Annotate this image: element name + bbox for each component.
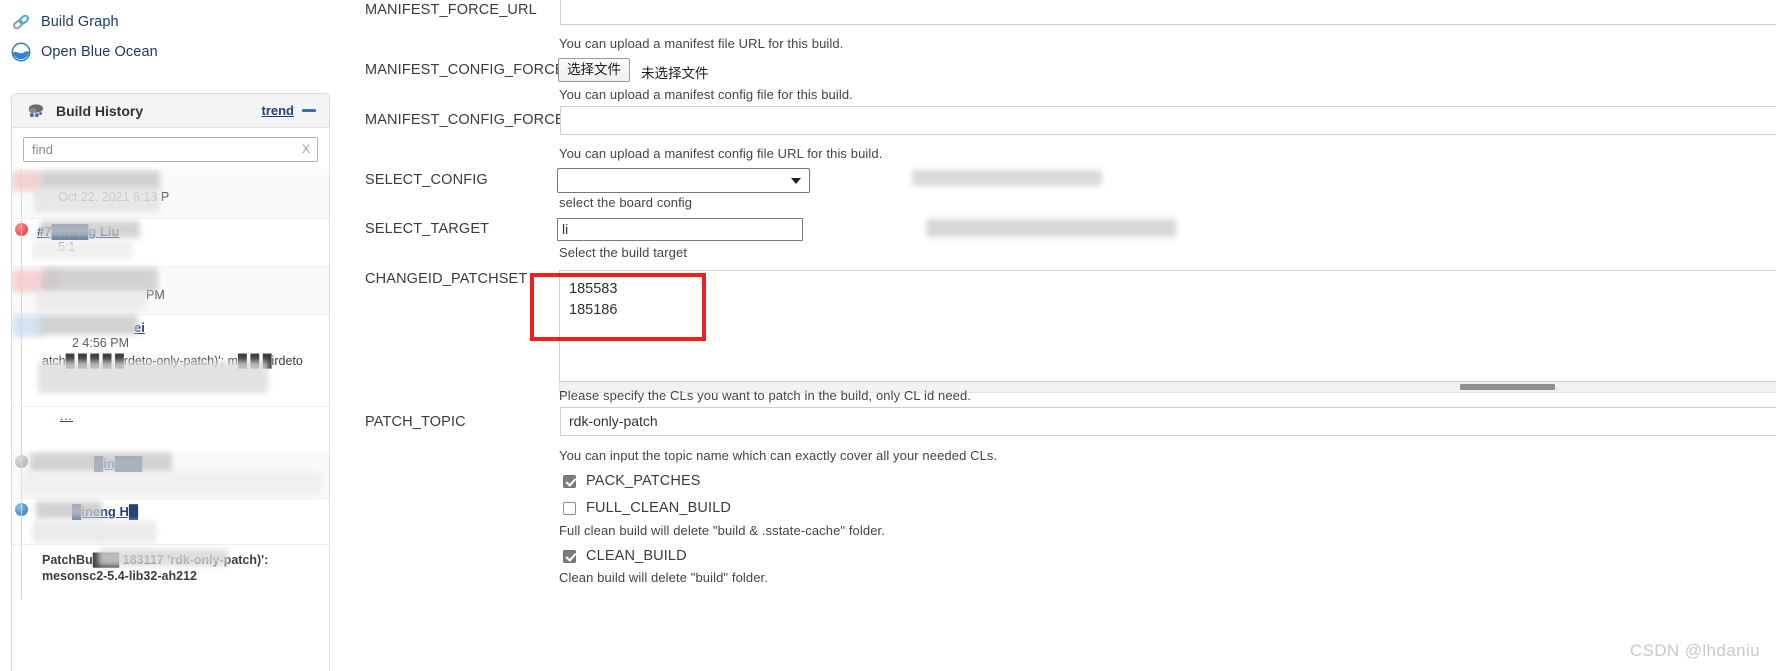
full-clean-build-label: FULL_CLEAN_BUILD: [586, 500, 732, 516]
redaction-blob: [36, 291, 146, 311]
full-clean-build-checkbox[interactable]: [563, 501, 576, 515]
build-history-row[interactable]: █in███: [12, 451, 329, 499]
build-history-row[interactable]: █ineng H█: [12, 499, 329, 545]
param-label-patch-topic: PATCH_TOPIC: [365, 414, 466, 430]
build-history-row[interactable]: Oct 22, 2021 6:13 P: [12, 169, 329, 219]
redaction-blob: [32, 521, 156, 543]
build-history-list: Oct 22, 2021 6:13 P #7████g Liu 5:1: [12, 169, 329, 599]
patchset-line: 185186: [569, 302, 618, 318]
patch-topic-input[interactable]: rdk-only-patch: [560, 407, 1776, 436]
param-label-changeid-patchset: CHANGEID_PATCHSET: [365, 271, 528, 287]
build-parameters-form: MANIFEST_FORCE_URL You can upload a mani…: [356, 0, 1776, 671]
param-desc-select-target: Select the build target: [559, 245, 688, 260]
build-history-header: Build History trend: [12, 94, 329, 128]
chevron-down-icon: [791, 178, 801, 184]
build-history-trend-link[interactable]: trend: [262, 103, 295, 118]
build-history-row-description[interactable]: PatchBu███ 183117 'rdk-only-patch)': mes…: [12, 545, 329, 599]
timeline-stem: [21, 407, 22, 451]
checkbox-row-clean-build[interactable]: CLEAN_BUILD: [563, 548, 687, 564]
param-desc-patch-topic: You can input the topic name which can e…: [559, 448, 998, 463]
select-target-input[interactable]: li: [557, 218, 803, 241]
changeid-patchset-textarea[interactable]: 185583 185186: [559, 270, 1776, 382]
chain-link-icon: [13, 14, 29, 30]
timeline-stem: [21, 219, 22, 266]
param-desc-manifest-config-force-url: You can upload a manifest config file UR…: [559, 146, 883, 161]
redaction-blob: [98, 549, 228, 566]
find-placeholder: find: [32, 142, 53, 157]
manifest-force-url-input[interactable]: [560, 0, 1776, 25]
redaction-blob: [912, 170, 1102, 186]
param-desc-manifest-config-force: You can upload a manifest config file fo…: [559, 87, 853, 102]
param-desc-changeid-patchset: Please specify the CLs you want to patch…: [559, 388, 972, 403]
blue-ocean-icon: [11, 42, 31, 62]
choose-file-button[interactable]: 选择文件: [558, 58, 630, 82]
sidebar-item-label: Open Blue Ocean: [41, 44, 158, 60]
redaction-blob: [34, 187, 160, 213]
redaction-blob: [38, 361, 268, 393]
page-root: Build Graph Open Blue Ocean Build Histor…: [0, 0, 1776, 671]
param-label-select-config: SELECT_CONFIG: [365, 172, 488, 188]
timeline-stem: [21, 545, 22, 599]
pack-patches-checkbox[interactable]: [563, 474, 576, 488]
build-date: 2 4:56 PM: [72, 336, 129, 350]
build-history-find-wrap: find X: [12, 128, 329, 169]
build-history-find-input[interactable]: find X: [23, 137, 318, 162]
param-label-select-target: SELECT_TARGET: [365, 221, 490, 237]
clean-build-checkbox[interactable]: [563, 549, 576, 563]
clear-find-icon[interactable]: X: [302, 142, 310, 156]
redaction-blob: [40, 221, 140, 238]
param-label-manifest-force-url: MANIFEST_FORCE_URL: [365, 2, 537, 18]
redaction-blob: [22, 471, 322, 495]
file-status-text: 未选择文件: [641, 66, 709, 81]
checkbox-row-full-clean-build[interactable]: FULL_CLEAN_BUILD: [563, 500, 731, 516]
checkbox-row-pack-patches[interactable]: PACK_PATCHES: [563, 473, 701, 489]
build-history-icon: [28, 103, 44, 117]
patchset-line: 185583: [569, 281, 618, 297]
redaction-blob: [40, 315, 138, 335]
build-history-row[interactable]: PM: [12, 267, 329, 315]
param-desc-manifest-force-url: You can upload a manifest file URL for t…: [559, 36, 844, 51]
sidebar-item-label: Build Graph: [41, 14, 119, 30]
scrollbar-thumb[interactable]: [1460, 384, 1555, 390]
sidebar: Build Graph Open Blue Ocean Build Histor…: [0, 0, 340, 671]
timeline-stem: [21, 499, 22, 544]
redaction-blob: [30, 453, 172, 472]
build-history-row[interactable]: #7████g Liu 5:1: [12, 219, 329, 267]
clean-build-label: CLEAN_BUILD: [586, 548, 687, 564]
build-history-row[interactable]: ei 2 4:56 PM atch█ █ █ █ █rdeto-only-pat…: [12, 315, 329, 407]
sidebar-item-build-graph[interactable]: Build Graph: [0, 8, 119, 36]
redaction-blob: [36, 501, 102, 519]
redaction-blob: [926, 219, 1176, 237]
redaction-blob: [32, 241, 132, 259]
more-builds-link[interactable]: ...: [34, 410, 329, 422]
param-desc-clean-build: Clean build will delete "build" folder.: [559, 570, 768, 585]
csdn-watermark: CSDN @lhdaniu: [1629, 641, 1760, 660]
build-history-title: Build History: [56, 102, 144, 119]
sidebar-item-open-blue-ocean[interactable]: Open Blue Ocean: [0, 38, 158, 66]
manifest-config-force-url-input[interactable]: [560, 106, 1776, 135]
redaction-blob: [42, 268, 158, 292]
select-config-dropdown[interactable]: [557, 168, 810, 193]
param-desc-select-config: select the board config: [559, 195, 693, 210]
param-label-manifest-config-force: MANIFEST_CONFIG_FORCE: [365, 62, 565, 78]
minus-icon[interactable]: [302, 109, 316, 112]
param-desc-full-clean-build: Full clean build will delete "build & .s…: [559, 523, 885, 538]
build-history-row-more[interactable]: ...: [12, 407, 329, 451]
pack-patches-label: PACK_PATCHES: [586, 473, 701, 489]
build-history-panel: Build History trend find X Oct 22, 2021: [11, 93, 330, 671]
